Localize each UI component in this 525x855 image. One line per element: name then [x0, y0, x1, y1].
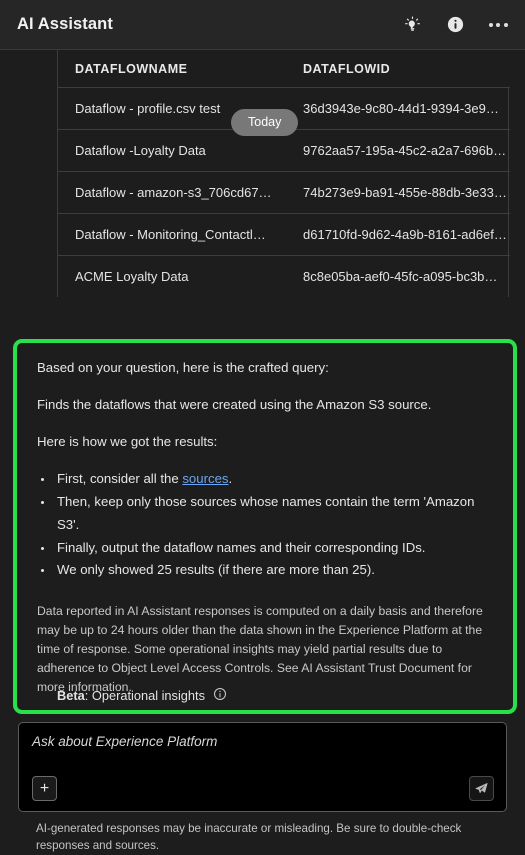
dot [488, 22, 493, 27]
step-text-before: First, consider all the [57, 471, 183, 487]
page-title: AI Assistant [17, 15, 113, 33]
list-item: First, consider all the sources. [54, 468, 495, 491]
table-header: DATAFLOWNAME DATAFLOWID [58, 50, 510, 88]
step-text: We only showed 25 results (if there are … [57, 562, 375, 578]
composer-toolbar: + [32, 776, 494, 802]
cell-dataflowid: 74b273e9-ba91-455e-88db-3e33… [286, 171, 510, 214]
info-circle-icon[interactable] [442, 12, 468, 38]
step-text: Finally, output the dataflow names and t… [57, 539, 426, 555]
cell-dataflowname: Dataflow - Monitoring_Contactl… [58, 213, 286, 256]
panel-header: AI Assistant [0, 0, 525, 50]
date-badge-today: Today [231, 109, 299, 136]
table-row[interactable]: Dataflow - Monitoring_Contactl… d61710fd… [58, 213, 510, 256]
cell-dataflowid: 8c8e05ba-aef0-45fc-a095-bc3b… [303, 269, 498, 284]
table-row[interactable]: ACME Loyalty Data 8c8e05ba-aef0-45fc-a09… [58, 256, 510, 298]
results-table-card: DATAFLOWNAME DATAFLOWID Dataflow - profi… [57, 50, 510, 297]
cell-dataflowid: d61710fd-9d62-4a9b-8161-ad6ef… [286, 213, 510, 256]
beta-separator: : [84, 688, 92, 703]
answer-disclaimer: Data reported in AI Assistant responses … [37, 603, 483, 694]
answer-summary: Finds the dataflows that were created us… [37, 397, 432, 413]
beta-text: Beta: Operational insights [57, 688, 205, 703]
list-item: Finally, output the dataflow names and t… [54, 537, 495, 560]
composer-area: Ask about Experience Platform + AI-gener… [0, 722, 525, 855]
dot [496, 22, 500, 27]
step-text: Then, keep only those sources whose name… [57, 494, 475, 532]
beta-description: Operational insights [91, 688, 205, 703]
list-item: We only showed 25 results (if there are … [54, 559, 495, 582]
chat-input[interactable]: Ask about Experience Platform [32, 734, 494, 750]
table-row[interactable]: Dataflow - amazon-s3_706cd67… 74b273e9-b… [58, 171, 510, 214]
more-options-icon[interactable] [485, 12, 511, 38]
answer-steps-heading: Here is how we got the results: [37, 434, 218, 450]
answer-steps-list: First, consider all the sources. Then, k… [54, 468, 495, 582]
column-header-dataflowname[interactable]: DATAFLOWNAME [58, 50, 286, 88]
send-paper-plane-icon[interactable] [469, 776, 494, 802]
cell-dataflowname: ACME Loyalty Data [75, 269, 189, 284]
beta-label-row: Beta: Operational insights [57, 687, 227, 704]
column-header-dataflowid[interactable]: DATAFLOWID [286, 50, 510, 88]
plus-icon[interactable]: + [32, 776, 57, 802]
dot [503, 22, 508, 27]
results-table: DATAFLOWNAME DATAFLOWID Dataflow - profi… [58, 50, 510, 297]
cell-dataflowid: 9762aa57-195a-45c2-a2a7-696b… [286, 129, 510, 172]
message-composer[interactable]: Ask about Experience Platform + [18, 722, 507, 813]
cell-dataflowname: Dataflow - amazon-s3_706cd67… [58, 171, 286, 214]
ai-assistant-panel: AI Assistant DATAFLOWNAME DATAFLOWID Dat… [0, 0, 525, 855]
list-item: Then, keep only those sources whose name… [54, 491, 495, 536]
step-text-after: . [228, 471, 233, 487]
sources-link[interactable]: sources [182, 471, 228, 486]
cell-dataflowid: 36d3943e-9c80-44d1-9394-3e9… [286, 87, 510, 130]
answer-intro: Based on your question, here is the craf… [37, 360, 329, 375]
header-actions [399, 12, 511, 38]
beta-keyword: Beta [57, 688, 85, 703]
ai-disclaimer-note: AI-generated responses may be inaccurate… [36, 822, 462, 853]
conversation-scroll-area[interactable]: DATAFLOWNAME DATAFLOWID Dataflow - profi… [0, 50, 525, 723]
info-circle-outline-icon[interactable] [213, 687, 227, 704]
lightbulb-icon[interactable] [399, 12, 425, 38]
answer-explanation-card: Based on your question, here is the craf… [13, 339, 517, 715]
table-header-row: DATAFLOWNAME DATAFLOWID [58, 50, 510, 88]
